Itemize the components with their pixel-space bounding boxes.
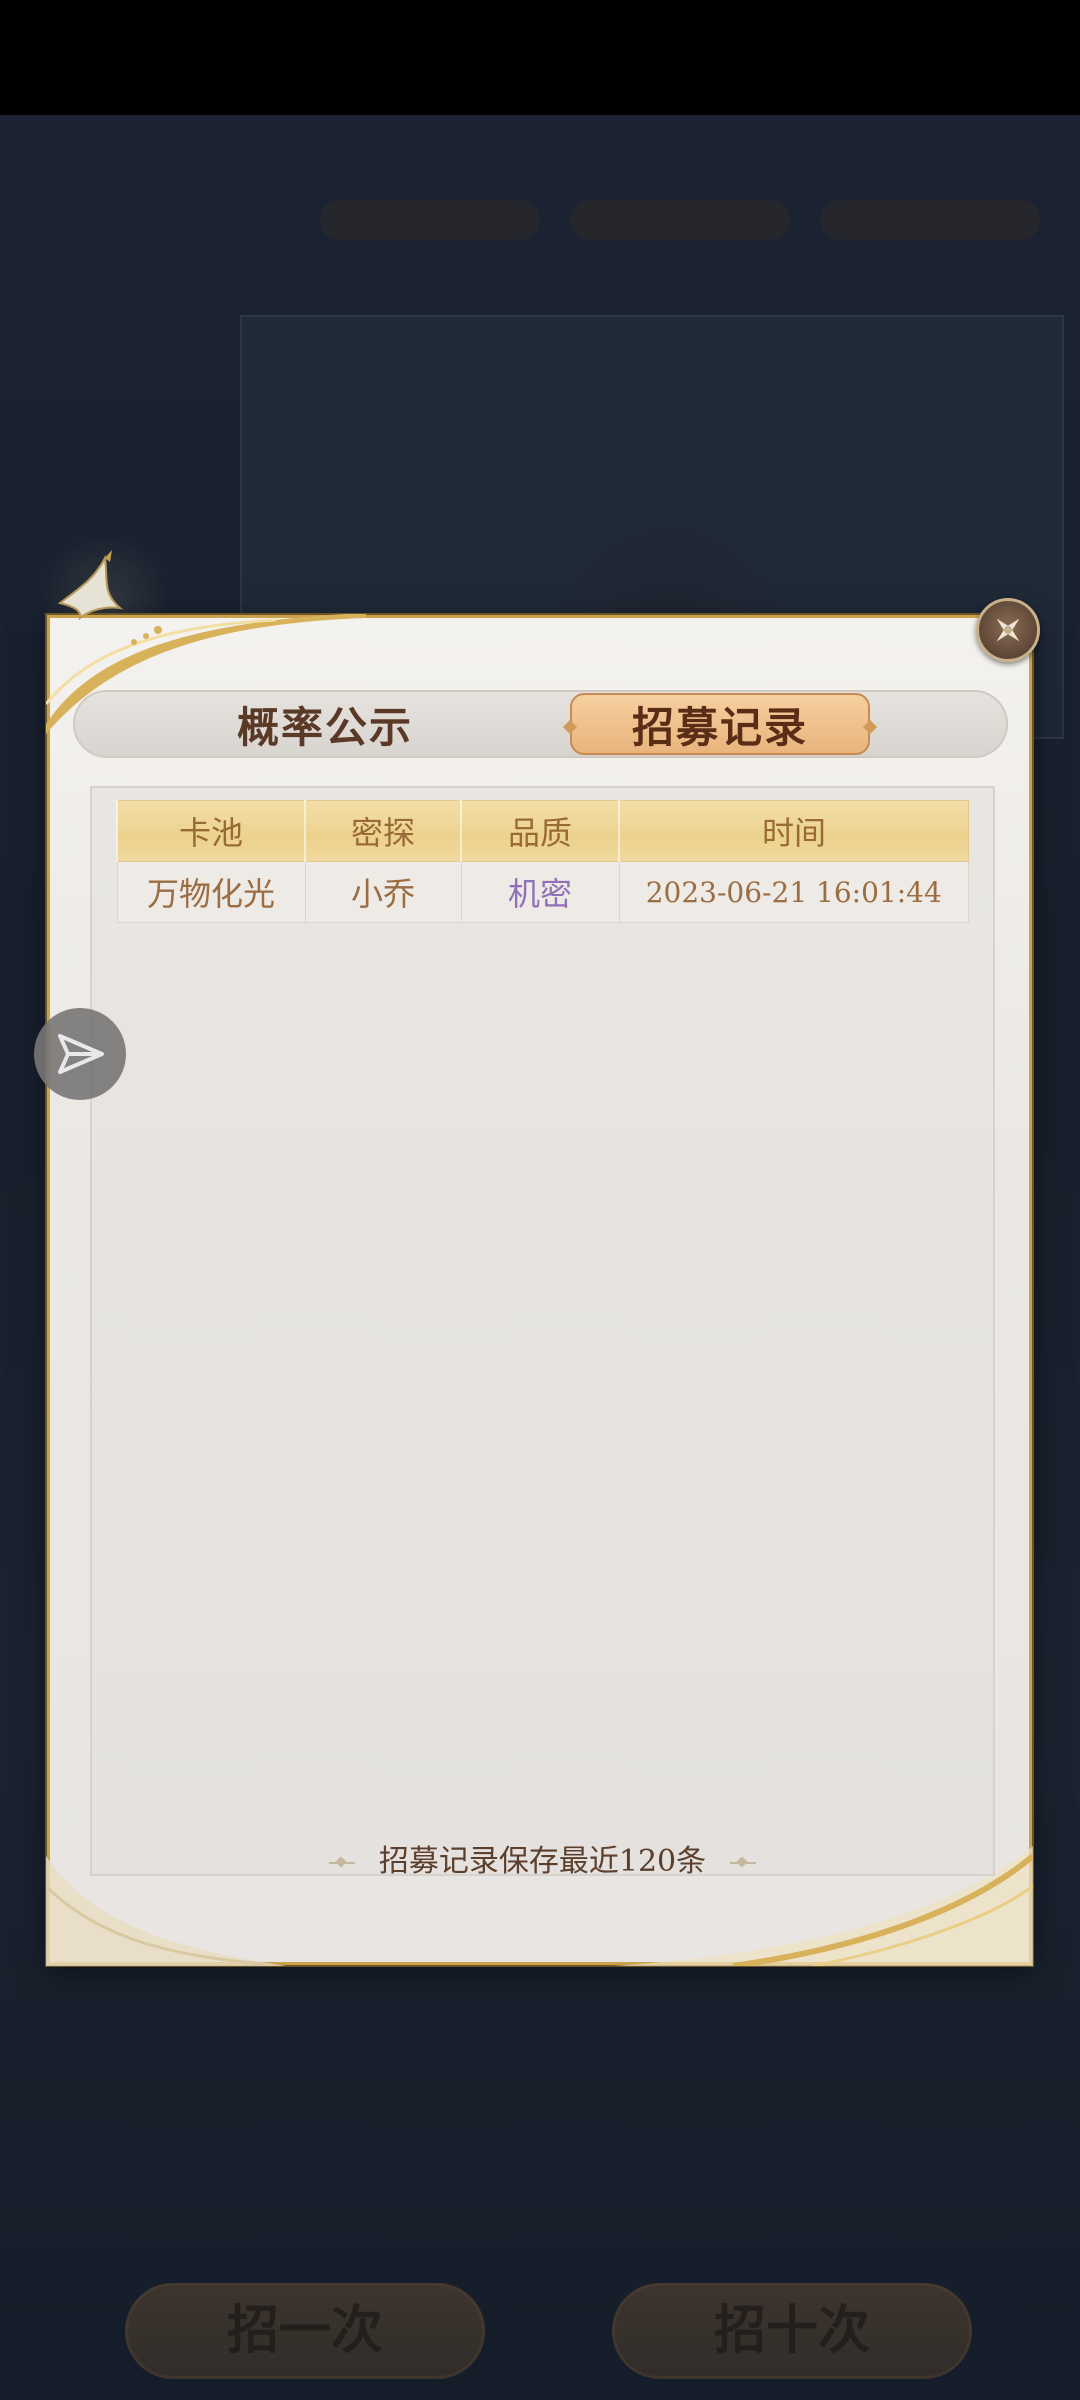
close-icon <box>996 618 1020 642</box>
share-arrow-icon <box>58 1034 104 1074</box>
footer-note: 招募记录保存最近120条 <box>50 1836 1035 1880</box>
column-header-agent: 密探 <box>304 800 462 862</box>
status-bar <box>0 0 1080 115</box>
ornament-icon <box>729 1857 756 1868</box>
tab-records-label: 招募记录 <box>631 702 808 752</box>
tab-probability[interactable]: 概率公示 <box>175 692 475 756</box>
close-button[interactable] <box>976 598 1040 662</box>
records-table: 卡池 密探 品质 时间 万物化光 小乔 机密 2023-06-21 16:01:… <box>116 800 969 923</box>
tab-ornament <box>862 719 878 735</box>
records-panel: 卡池 密探 品质 时间 万物化光 小乔 机密 2023-06-21 16:01:… <box>90 786 995 1876</box>
tab-records[interactable]: 招募记录 <box>562 693 878 755</box>
cell-agent: 小乔 <box>304 861 462 923</box>
table-header-row: 卡池 密探 品质 时间 <box>116 800 969 862</box>
recruit-dialog: 概率公示 招募记录 卡池 密探 品质 时间 万物化光 小乔 机密 2023-06… <box>46 550 1035 1966</box>
side-share-button[interactable] <box>34 1008 126 1100</box>
ornament-icon <box>329 1857 356 1868</box>
table-row: 万物化光 小乔 机密 2023-06-21 16:01:44 <box>116 861 969 923</box>
footer-note-text: 招募记录保存最近120条 <box>378 1844 707 1879</box>
cell-time: 2023-06-21 16:01:44 <box>618 861 969 923</box>
cell-quality: 机密 <box>460 861 620 923</box>
column-header-pool: 卡池 <box>116 800 306 862</box>
column-header-quality: 品质 <box>460 800 620 862</box>
cell-pool: 万物化光 <box>116 861 306 923</box>
tab-ornament <box>562 719 578 735</box>
column-header-time: 时间 <box>618 800 969 862</box>
bird-ornament-icon <box>57 550 124 621</box>
tab-bar: 概率公示 招募记录 <box>73 690 1008 758</box>
